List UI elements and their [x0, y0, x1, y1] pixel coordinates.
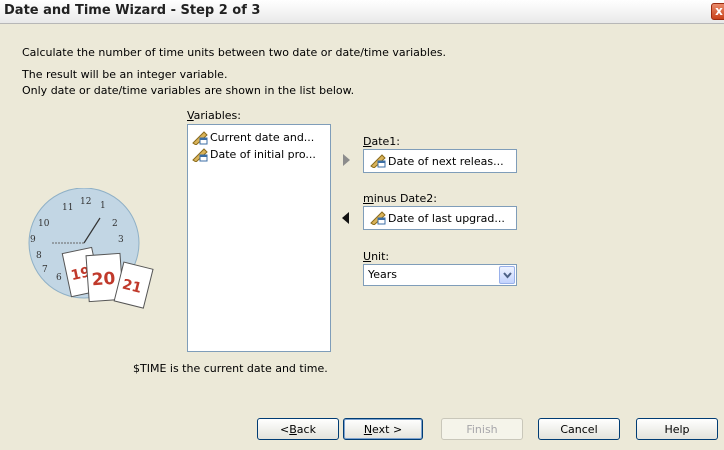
window-frame [0, 24, 4, 450]
clock-number: 2 [112, 219, 118, 229]
variables-list[interactable]: Current date and... Date of initial pro.… [187, 124, 331, 352]
window-title: Date and Time Wizard - Step 2 of 3 [4, 3, 261, 18]
list-item[interactable]: Current date and... [192, 129, 314, 146]
clock-number: 10 [38, 219, 50, 229]
clock-number: 8 [36, 251, 42, 261]
cancel-button[interactable]: Cancel [538, 418, 620, 440]
help-button[interactable]: Help [636, 418, 718, 440]
date2-field[interactable]: Date of last upgrad... [363, 206, 517, 230]
list-item[interactable]: Date of initial pro... [192, 146, 316, 163]
clock-number: 9 [30, 235, 36, 245]
close-button[interactable]: x [711, 3, 724, 20]
description-line-2: The result will be an integer variable. [22, 68, 228, 81]
move-to-date1-arrow-icon[interactable] [341, 153, 351, 167]
clock-number: 7 [42, 265, 48, 275]
time-note: $TIME is the current date and time. [133, 362, 328, 375]
date2-label: minus Date2: [363, 192, 437, 205]
dropdown-button[interactable] [499, 266, 515, 284]
description-line-3: Only date or date/time variables are sho… [22, 84, 355, 97]
clock-number: 1 [100, 201, 106, 211]
unit-select[interactable]: Years [363, 264, 517, 286]
date-variable-icon [370, 154, 386, 168]
variables-label: Variables: [187, 109, 241, 122]
clock-number: 3 [118, 235, 124, 245]
title-bar: Date and Time Wizard - Step 2 of 3 x [0, 0, 724, 24]
date-variable-icon [370, 211, 386, 225]
date-variable-icon [192, 147, 208, 162]
close-icon: x [715, 4, 723, 18]
date-variable-icon [192, 130, 208, 145]
calendar-page: 20 [91, 269, 116, 291]
unit-label: Unit: [363, 250, 390, 263]
description-line-1: Calculate the number of time units betwe… [22, 46, 446, 59]
next-button[interactable]: Next > [343, 418, 423, 440]
date1-field[interactable]: Date of next releas... [363, 149, 517, 173]
date1-label: Date1: [363, 135, 401, 148]
clock-calendar-illustration: 11 12 1 10 2 9 3 8 7 6 19 20 21 [22, 187, 182, 318]
clock-number: 6 [56, 273, 62, 283]
chevron-down-icon [502, 271, 512, 279]
back-button[interactable]: < Back [257, 418, 339, 440]
clock-number: 12 [80, 197, 91, 207]
clock-number: 11 [62, 203, 73, 213]
move-from-date2-arrow-icon[interactable] [341, 211, 351, 225]
finish-button: Finish [441, 418, 523, 440]
